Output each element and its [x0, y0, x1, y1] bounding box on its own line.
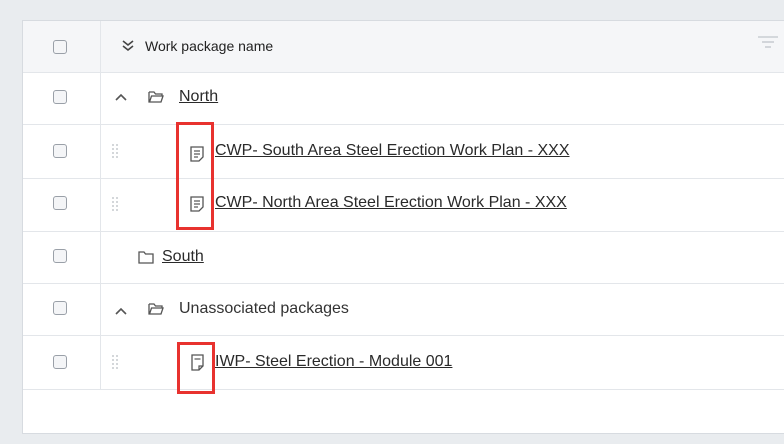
work-package-table: Work package name North CWP- South Area …	[22, 20, 784, 434]
folder-link-north[interactable]: North	[179, 88, 218, 106]
open-folder-icon	[148, 91, 164, 103]
row-checkbox[interactable]	[53, 301, 67, 315]
folder-icon	[138, 251, 154, 264]
filter-icon[interactable]	[757, 35, 779, 49]
chevron-up-icon[interactable]	[115, 93, 127, 101]
collapse-all-icon[interactable]	[121, 39, 135, 53]
row-checkbox[interactable]	[53, 144, 67, 158]
work-package-link[interactable]: CWP- South Area Steel Erection Work Plan…	[215, 142, 570, 160]
drag-handle-icon[interactable]	[111, 354, 119, 372]
table-row[interactable]: North	[23, 73, 784, 125]
highlight-box	[177, 342, 215, 394]
select-all-checkbox[interactable]	[53, 40, 67, 54]
header-cell: Work package name	[101, 21, 784, 72]
open-folder-icon	[148, 303, 164, 315]
chevron-up-icon[interactable]	[115, 307, 127, 315]
table-header-row: Work package name	[23, 21, 784, 73]
table-row[interactable]: IWP- Steel Erection - Module 001	[23, 336, 784, 390]
work-package-link[interactable]: CWP- North Area Steel Erection Work Plan…	[215, 194, 567, 212]
folder-label-unassociated: Unassociated packages	[179, 300, 349, 317]
row-checkbox[interactable]	[53, 249, 67, 263]
highlight-box	[176, 122, 214, 230]
work-package-link[interactable]: IWP- Steel Erection - Module 001	[215, 353, 452, 371]
row-checkbox[interactable]	[53, 196, 67, 210]
row-checkbox[interactable]	[53, 355, 67, 369]
table-row[interactable]: Unassociated packages	[23, 284, 784, 336]
folder-link-south[interactable]: South	[162, 248, 204, 266]
checkbox-column	[23, 21, 101, 72]
column-header-work-package-name[interactable]: Work package name	[145, 38, 273, 54]
row-checkbox[interactable]	[53, 90, 67, 104]
table-row[interactable]: CWP- North Area Steel Erection Work Plan…	[23, 179, 784, 232]
table-row[interactable]: CWP- South Area Steel Erection Work Plan…	[23, 125, 784, 179]
drag-handle-icon[interactable]	[111, 196, 119, 214]
table-row[interactable]: South	[23, 232, 784, 284]
drag-handle-icon[interactable]	[111, 143, 119, 161]
